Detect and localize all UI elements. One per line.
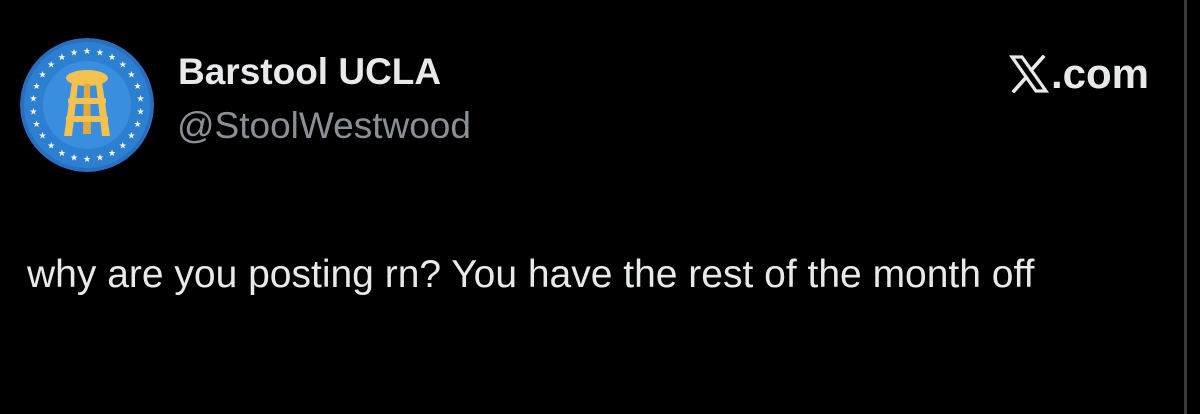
- post-text: why are you posting rn? You have the res…: [27, 253, 1035, 296]
- star-icon: ★: [108, 52, 116, 62]
- avatar[interactable]: ★ ★ ★ ★ ★ ★ ★ ★ ★ ★ ★ ★ ★ ★ ★ ★ ★ ★ ★ ★ ★ ★ ★ ★ ★ ★: [20, 38, 154, 172]
- star-icon: ★: [39, 131, 47, 141]
- star-icon: ★: [96, 48, 104, 58]
- edge-divider: [1184, 0, 1187, 414]
- star-icon: ★: [29, 94, 37, 104]
- account-handle[interactable]: @StoolWestwood: [177, 104, 471, 148]
- brand-label: .com: [1050, 50, 1149, 97]
- star-icon: ★: [70, 48, 78, 58]
- star-icon: ★: [127, 131, 135, 141]
- star-icon: ★: [108, 148, 116, 158]
- star-icon: ★: [32, 81, 40, 91]
- star-icon: ★: [47, 60, 55, 70]
- tweet-card: ★ ★ ★ ★ ★ ★ ★ ★ ★ ★ ★ ★ ★ ★ ★ ★ ★ ★ ★ ★ ★ ★ ★ ★ ★ ★ Barstool UCLA…: [0, 0, 1200, 414]
- display-name[interactable]: Barstool UCLA: [178, 50, 441, 94]
- star-icon: ★: [70, 152, 78, 162]
- brand-watermark: .com: [1008, 50, 1149, 97]
- star-icon: ★: [47, 140, 55, 150]
- star-icon: ★: [58, 52, 66, 62]
- star-icon: ★: [133, 119, 141, 129]
- star-icon: ★: [96, 152, 104, 162]
- star-icon: ★: [39, 69, 47, 79]
- star-icon: ★: [29, 107, 37, 117]
- star-icon: ★: [83, 154, 91, 164]
- star-icon: ★: [133, 81, 141, 91]
- star-icon: ★: [137, 107, 145, 117]
- x-logo-icon: [1008, 55, 1049, 93]
- star-icon: ★: [127, 69, 135, 79]
- star-icon: ★: [119, 140, 127, 150]
- star-icon: ★: [83, 46, 91, 56]
- star-icon: ★: [119, 60, 127, 70]
- star-icon: ★: [58, 148, 66, 158]
- star-icon: ★: [137, 94, 145, 104]
- star-icon: ★: [32, 119, 40, 129]
- barstool-logo-icon: ★ ★ ★★★★★★★★★★★★★★★★★★★★★★★ ★: [20, 38, 154, 172]
